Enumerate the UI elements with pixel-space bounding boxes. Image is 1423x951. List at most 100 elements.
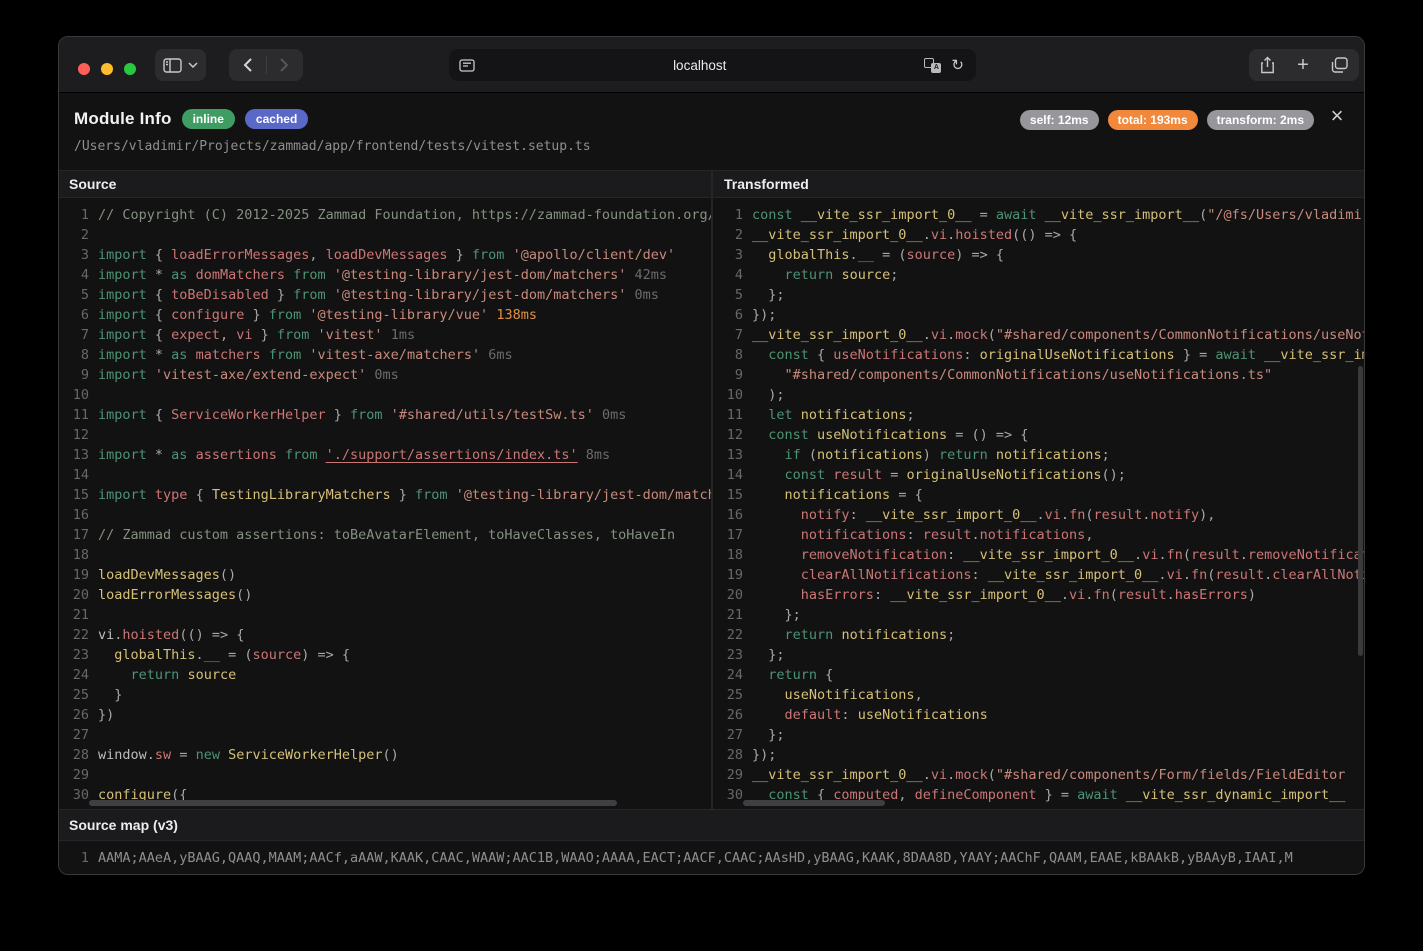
code-line: 21 [59, 605, 711, 625]
page-settings-icon[interactable] [459, 59, 475, 72]
forward-button[interactable] [266, 49, 303, 81]
back-button[interactable] [229, 49, 266, 81]
line-number: 21 [59, 605, 89, 625]
browser-toolbar: localhost A ↻ + [59, 37, 1364, 93]
new-tab-icon[interactable]: + [1297, 54, 1309, 77]
line-number: 1 [713, 205, 743, 225]
sourcemap-mappings: AAMA;AAeA,yBAAG,QAAQ,MAAM;AACf,aAAW,KAAK… [98, 848, 1364, 868]
close-window-button[interactable] [78, 63, 90, 75]
module-link[interactable]: './support/assertions/index.ts' [326, 447, 578, 463]
code-text: import type { TestingLibraryMatchers } f… [98, 485, 711, 505]
line-number: 2 [713, 225, 743, 245]
line-number: 16 [713, 505, 743, 525]
line-number: 12 [59, 425, 89, 445]
code-text [98, 605, 711, 625]
code-line: 24 return source [59, 665, 711, 685]
code-text: import * as domMatchers from '@testing-l… [98, 265, 711, 285]
vertical-scrollbar[interactable] [1358, 366, 1363, 656]
sidebar-toggle-button[interactable] [155, 49, 206, 81]
nav-buttons [229, 49, 303, 81]
code-text: default: useNotifications [752, 705, 1365, 725]
line-number: 19 [59, 565, 89, 585]
minimize-window-button[interactable] [101, 63, 113, 75]
code-line: 21 }; [713, 605, 1365, 625]
code-text: let notifications; [752, 405, 1365, 425]
sidebar-icon [163, 58, 182, 73]
line-number: 27 [59, 725, 89, 745]
line-number: 1 [59, 205, 89, 225]
code-text: import 'vitest-axe/extend-expect' 0ms [98, 365, 711, 385]
code-line: 29__vite_ssr_import_0__.vi.mock("#shared… [713, 765, 1365, 785]
code-line: 29 [59, 765, 711, 785]
code-text: return source [98, 665, 711, 685]
close-icon[interactable]: × [1324, 103, 1350, 129]
line-number: 2 [59, 225, 89, 245]
code-line: 9 "#shared/components/CommonNotification… [713, 365, 1365, 385]
tab-overview-icon[interactable] [1331, 57, 1348, 73]
code-line: 7 __vite_ssr_import_0__.vi.mock("#shared/… [713, 325, 1365, 345]
line-number: 27 [713, 725, 743, 745]
code-line: 28}); [713, 745, 1365, 765]
translate-icon[interactable]: A [924, 58, 941, 73]
code-line: 12 [59, 425, 711, 445]
line-number: 4 [713, 265, 743, 285]
line-number: 28 [713, 745, 743, 765]
line-number: 10 [59, 385, 89, 405]
line-number: 15 [59, 485, 89, 505]
code-line: 19 clearAllNotifications: __vite_ssr_imp… [713, 565, 1365, 585]
code-line: 15 notifications = { [713, 485, 1365, 505]
line-number: 10 [713, 385, 743, 405]
address-bar[interactable]: localhost A ↻ [449, 49, 976, 81]
reload-icon[interactable]: ↻ [951, 56, 964, 74]
code-line: 1 const __vite_ssr_import_0__ = await __v… [713, 205, 1365, 225]
zoom-window-button[interactable] [124, 63, 136, 75]
code-line: 26 default: useNotifications [713, 705, 1365, 725]
timing-badges: self: 12ms total: 193ms transform: 2ms [1020, 110, 1314, 130]
code-text: globalThis.__ = (source) => { [98, 645, 711, 665]
code-text: import { loadErrorMessages, loadDevMessa… [98, 245, 711, 265]
code-line: 17 notifications: result.notifications, [713, 525, 1365, 545]
cached-badge: cached [245, 109, 308, 129]
browser-window: localhost A ↻ + [58, 36, 1365, 875]
source-horizontal-scrollbar[interactable] [89, 800, 617, 806]
code-text: return source; [752, 265, 1365, 285]
code-line: 22 return notifications; [713, 625, 1365, 645]
line-number: 23 [713, 645, 743, 665]
page-title: Module Info [74, 109, 172, 129]
code-line: 23 globalThis.__ = (source) => { [59, 645, 711, 665]
share-icon[interactable] [1260, 56, 1275, 74]
code-line: 28window.sw = new ServiceWorkerHelper() [59, 745, 711, 765]
code-line: 27 }; [713, 725, 1365, 745]
inline-badge: inline [182, 109, 235, 129]
line-number: 9 [59, 365, 89, 385]
line-number: 1 [59, 848, 89, 868]
code-line: 2__vite_ssr_import_0__.vi.hoisted(() => … [713, 225, 1365, 245]
code-text: __vite_ssr_import_0__.vi.mock("#shared/c… [752, 325, 1365, 345]
address-bar-actions: A ↻ [924, 56, 964, 74]
code-line: 22vi.hoisted(() => { [59, 625, 711, 645]
line-number: 9 [713, 365, 743, 385]
code-text: // Copyright (C) 2012-2025 Zammad Founda… [98, 205, 711, 225]
code-text: }); [752, 305, 1365, 325]
code-line: 12 const useNotifications = () => { [713, 425, 1365, 445]
line-number: 16 [59, 505, 89, 525]
code-text [98, 425, 711, 445]
sourcemap-row: 1 AAMA;AAeA,yBAAG,QAAQ,MAAM;AACf,aAAW,KA… [59, 841, 1364, 875]
sourcemap-title: Source map (v3) [69, 817, 178, 833]
code-line: 11 let notifications; [713, 405, 1365, 425]
code-line: 3 globalThis.__ = (source) => { [713, 245, 1365, 265]
line-number: 12 [713, 425, 743, 445]
line-number: 19 [713, 565, 743, 585]
line-number: 7 [713, 325, 743, 345]
code-line: 4 return source; [713, 265, 1365, 285]
transformed-horizontal-scrollbar[interactable] [743, 800, 885, 806]
line-number: 30 [59, 785, 89, 805]
line-number: 21 [713, 605, 743, 625]
code-line: 13 if (notifications) return notificatio… [713, 445, 1365, 465]
line-number: 6 [713, 305, 743, 325]
code-text: }; [752, 605, 1365, 625]
code-line: 5 }; [713, 285, 1365, 305]
module-file-path: /Users/vladimir/Projects/zammad/app/fron… [74, 139, 591, 154]
code-text: const __vite_ssr_import_0__ = await __vi… [752, 205, 1365, 225]
code-text [98, 385, 711, 405]
